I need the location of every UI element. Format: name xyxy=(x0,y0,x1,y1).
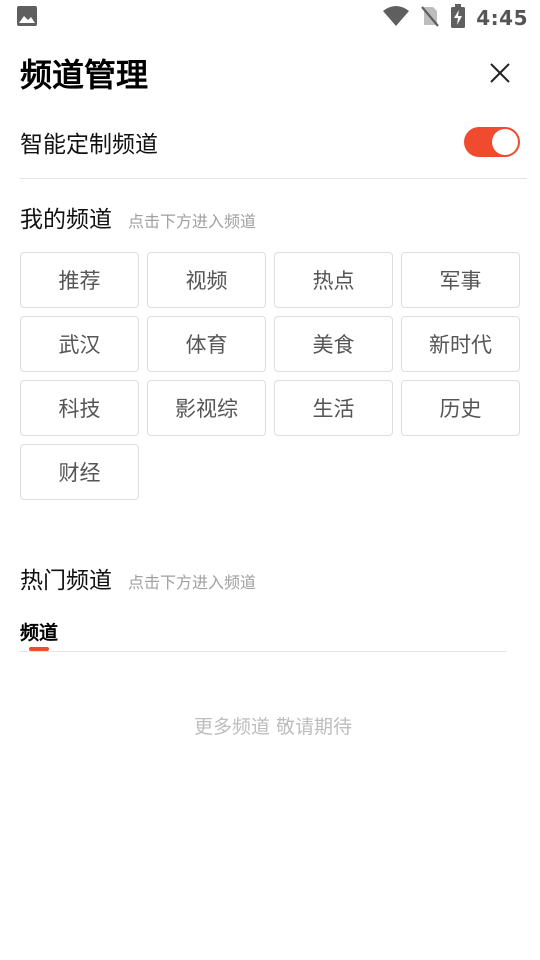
channel-chip[interactable]: 美食 xyxy=(274,316,393,372)
page-title: 频道管理 xyxy=(20,56,149,94)
toggle-knob xyxy=(492,129,518,155)
channel-chip[interactable]: 历史 xyxy=(401,380,520,436)
channel-chip[interactable]: 热点 xyxy=(274,252,393,308)
tab-channel[interactable]: 频道 xyxy=(20,618,58,645)
status-bar: 4:45 xyxy=(0,0,540,36)
my-channels-header: 我的频道 点击下方进入频道 xyxy=(20,200,256,234)
hot-channels-header: 热门频道 点击下方进入频道 xyxy=(20,561,256,595)
status-icons: 4:45 xyxy=(382,4,528,32)
close-button[interactable] xyxy=(480,53,520,93)
my-channels-grid: 推荐 视频 热点 军事 武汉 体育 美食 新时代 科技 影视综 生活 历史 财经 xyxy=(20,252,520,500)
channel-chip[interactable]: 视频 xyxy=(147,252,266,308)
wifi-icon xyxy=(382,5,410,31)
channel-chip[interactable]: 新时代 xyxy=(401,316,520,372)
channel-chip[interactable]: 体育 xyxy=(147,316,266,372)
channel-management-screen: 4:45 频道管理 智能定制频道 我的频道 点击下方进入频道 推荐 视频 热点 … xyxy=(0,0,540,960)
smart-channel-toggle[interactable] xyxy=(464,127,520,157)
channel-chip[interactable]: 生活 xyxy=(274,380,393,436)
channel-chip[interactable]: 军事 xyxy=(401,252,520,308)
image-icon xyxy=(16,5,38,31)
hot-channels-hint: 点击下方进入频道 xyxy=(128,573,257,592)
channel-chip[interactable]: 武汉 xyxy=(20,316,139,372)
close-icon xyxy=(490,63,510,83)
hot-channels-title: 热门频道 xyxy=(20,568,112,594)
smart-channel-label: 智能定制频道 xyxy=(20,132,158,158)
header: 频道管理 xyxy=(20,50,520,96)
empty-hint: 更多频道 敬请期待 xyxy=(193,716,353,738)
no-sim-icon xyxy=(420,5,440,31)
channel-chip[interactable]: 推荐 xyxy=(20,252,139,308)
battery-charging-icon xyxy=(450,4,466,32)
my-channels-hint: 点击下方进入频道 xyxy=(128,212,257,231)
channel-chip[interactable]: 财经 xyxy=(20,444,139,500)
hot-channels-tab-bar: 频道 xyxy=(20,614,507,652)
channel-chip[interactable]: 影视综 xyxy=(147,380,266,436)
my-channels-title: 我的频道 xyxy=(20,207,112,233)
status-time: 4:45 xyxy=(476,6,528,30)
smart-channel-row: 智能定制频道 xyxy=(20,122,520,162)
divider xyxy=(20,178,527,179)
channel-chip[interactable]: 科技 xyxy=(20,380,139,436)
tab-indicator xyxy=(29,647,49,651)
